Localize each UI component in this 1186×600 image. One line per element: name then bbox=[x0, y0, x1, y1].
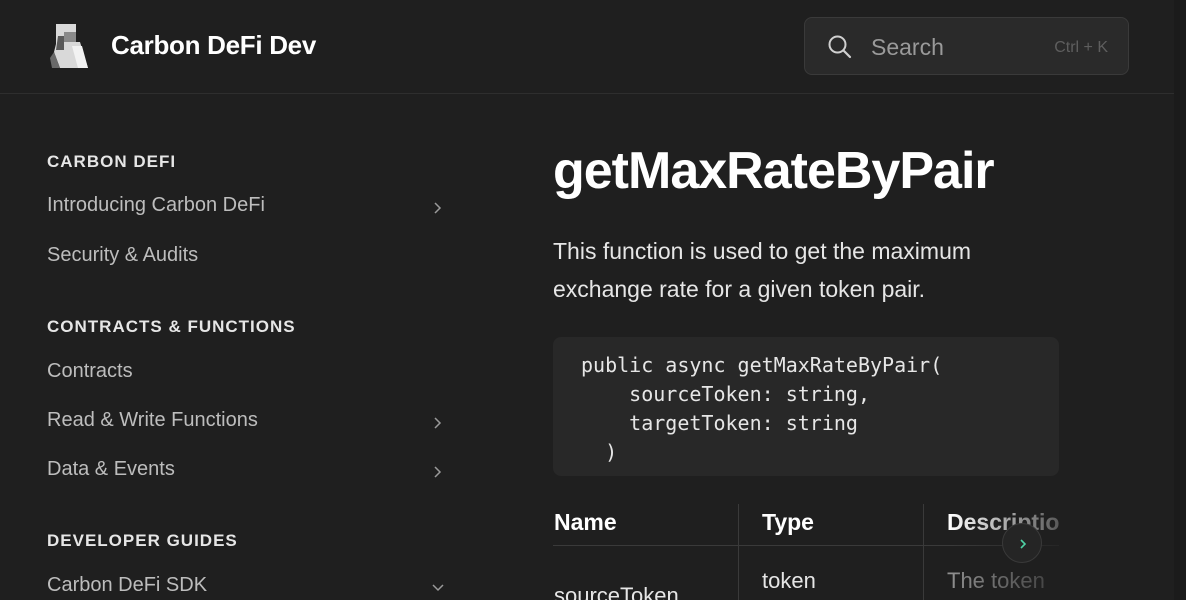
sidebar-item-carbon-defi-sdk[interactable]: Carbon DeFi SDK bbox=[47, 570, 447, 600]
page-description: This function is used to get the maximum… bbox=[553, 238, 972, 302]
search-box[interactable]: Search Ctrl + K bbox=[804, 17, 1129, 75]
code-block[interactable]: public async getMaxRateByPair( sourceTok… bbox=[553, 337, 1059, 476]
sidebar-item-security-audits[interactable]: Security & Audits bbox=[47, 240, 447, 274]
table-cell-name: sourceToken bbox=[554, 583, 679, 600]
chevron-right-icon bbox=[431, 198, 445, 214]
table-header-divider bbox=[553, 545, 1059, 546]
sidebar-section-title: CARBON DEFI bbox=[47, 152, 177, 171]
chevron-right-icon bbox=[431, 462, 445, 478]
sidebar-item-label: Security & Audits bbox=[47, 244, 199, 266]
page-title: getMaxRateByPair bbox=[553, 142, 995, 200]
table-column-divider bbox=[923, 504, 924, 600]
chevron-down-icon bbox=[431, 578, 445, 592]
search-placeholder: Search bbox=[871, 34, 944, 60]
sidebar-item-data-events[interactable]: Data & Events bbox=[47, 454, 447, 488]
sidebar-item-label: Carbon DeFi SDK bbox=[47, 574, 208, 596]
table-header-type: Type bbox=[762, 509, 814, 535]
table-header-name: Name bbox=[554, 509, 617, 535]
top-header: Carbon DeFi Dev Search Ctrl + K bbox=[0, 0, 1174, 94]
sidebar-section-title: CONTRACTS & FUNCTIONS bbox=[47, 317, 296, 336]
sidebar-section-title: DEVELOPER GUIDES bbox=[47, 531, 238, 550]
sidebar-item-label: Read & Write Functions bbox=[47, 409, 258, 431]
table-scroll-right-button[interactable] bbox=[1002, 523, 1042, 563]
table-column-divider bbox=[738, 504, 739, 600]
search-icon bbox=[827, 34, 853, 60]
sidebar-item-label: Introducing Carbon DeFi bbox=[47, 194, 265, 216]
parameters-table: Name Type Description sourceToken token … bbox=[553, 504, 1059, 600]
site-title[interactable]: Carbon DeFi Dev bbox=[111, 30, 316, 61]
search-shortcut-hint: Ctrl + K bbox=[1054, 39, 1108, 56]
sidebar-item-contracts[interactable]: Contracts bbox=[47, 356, 447, 390]
chevron-right-icon bbox=[431, 413, 445, 429]
sidebar-item-read-write-functions[interactable]: Read & Write Functions bbox=[47, 405, 447, 439]
carbon-logo[interactable] bbox=[50, 22, 90, 70]
table-cell-type: token bbox=[762, 568, 816, 593]
sidebar-item-introducing-carbon-defi[interactable]: Introducing Carbon DeFi bbox=[47, 190, 447, 224]
sidebar: CARBON DEFI Introducing Carbon DeFi Secu… bbox=[0, 94, 470, 600]
sidebar-item-label: Contracts bbox=[47, 360, 133, 382]
sidebar-item-label: Data & Events bbox=[47, 458, 175, 480]
table-cell-description: The token bbox=[947, 568, 1045, 593]
page-scrollbar[interactable] bbox=[1174, 0, 1186, 600]
